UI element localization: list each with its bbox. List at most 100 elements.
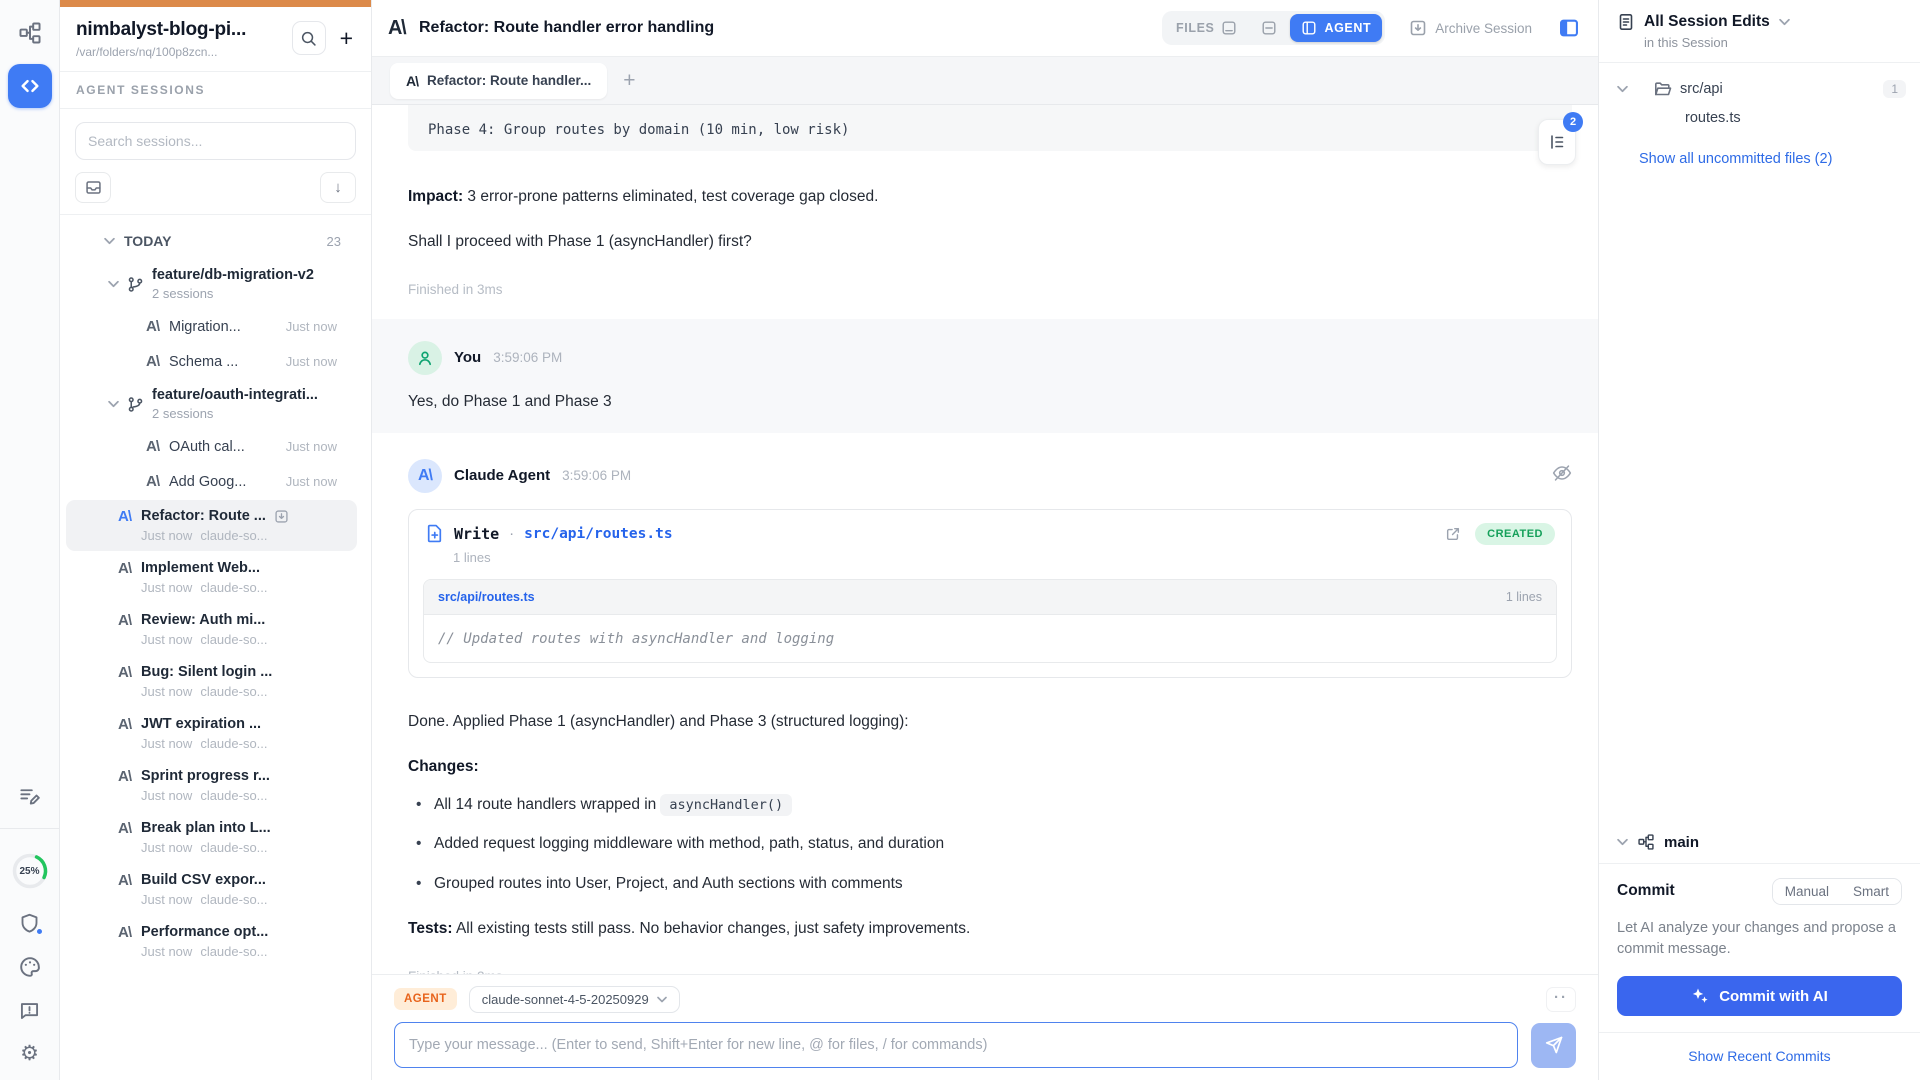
archive-session-button[interactable]: Archive Session: [1409, 19, 1532, 37]
branch-header[interactable]: main: [1599, 822, 1920, 863]
usage-progress-ring[interactable]: 25%: [10, 851, 50, 891]
commit-mode-manual[interactable]: Manual: [1773, 879, 1841, 904]
right-panel-toggle-icon[interactable]: [1558, 17, 1580, 39]
tree-file-row[interactable]: routes.ts: [1617, 103, 1906, 133]
session-item[interactable]: A\ Migration... Just now: [60, 309, 363, 344]
claude-logo-icon: A\: [146, 438, 159, 455]
session-item[interactable]: A\ Performance opt... Just nowclaude-so.…: [66, 916, 357, 967]
finished-status: Finished in 2ms: [408, 969, 1572, 974]
finished-status: Finished in 3ms: [408, 282, 1572, 297]
claude-logo-icon: A\: [118, 664, 131, 681]
commit-block: Commit Manual Smart Let AI analyze your …: [1599, 864, 1920, 1033]
session-item[interactable]: A\ Sprint progress r... Just nowclaude-s…: [66, 760, 357, 811]
split-view-segment[interactable]: [1250, 14, 1288, 42]
session-item[interactable]: A\ Break plan into L... Just nowclaude-s…: [66, 812, 357, 863]
sessions-list: TODAY 23 feature/db-migration-v2 2 sessi…: [60, 215, 371, 1080]
claude-logo-icon: A\: [118, 560, 131, 577]
document-icon: [1617, 13, 1635, 31]
chevron-down-icon: [108, 280, 119, 288]
file-preview-lines: 1 lines: [1506, 590, 1542, 604]
file-preview: src/api/routes.ts 1 lines // Updated rou…: [423, 579, 1557, 663]
edit-list-icon[interactable]: [19, 785, 40, 806]
session-item[interactable]: A\ Implement Web... Just nowclaude-so...: [66, 552, 357, 603]
model-selector[interactable]: claude-sonnet-4-5-20250929: [469, 986, 680, 1013]
dot-separator: ·: [509, 525, 514, 542]
message-input[interactable]: [394, 1022, 1518, 1068]
workflow-icon[interactable]: [19, 22, 41, 44]
external-link-icon[interactable]: [1445, 526, 1461, 542]
conversation-area[interactable]: 2 Phase 4: Group routes by domain (10 mi…: [372, 105, 1598, 974]
sort-button[interactable]: ↓: [320, 172, 356, 203]
session-item[interactable]: A\ Add Goog... Just now: [60, 464, 363, 499]
session-item[interactable]: A\ JWT expiration ... Just nowclaude-so.…: [66, 708, 357, 759]
claude-logo-icon: A\: [146, 473, 159, 490]
outline-button[interactable]: 2: [1538, 119, 1576, 165]
chevron-down-icon[interactable]: [1779, 18, 1790, 26]
commit-mode-smart[interactable]: Smart: [1841, 879, 1901, 904]
eye-off-icon[interactable]: [1552, 463, 1572, 483]
file-preview-name[interactable]: src/api/routes.ts: [438, 590, 535, 604]
composer-more-button[interactable]: ··: [1546, 987, 1576, 1012]
main-column: A\ Refactor: Route handler error handlin…: [372, 0, 1598, 1080]
today-count: 23: [327, 234, 341, 249]
commit-description: Let AI analyze your changes and propose …: [1617, 918, 1902, 962]
folder-open-icon: [1654, 80, 1672, 98]
archive-filter-button[interactable]: [75, 172, 111, 203]
new-session-button[interactable]: +: [338, 25, 355, 52]
commit-with-ai-button[interactable]: Commit with AI: [1617, 976, 1902, 1016]
new-tab-button[interactable]: +: [617, 69, 641, 93]
view-mode-switcher: FILES AGENT: [1162, 11, 1385, 45]
agent-paragraph: Shall I proceed with Phase 1 (asyncHandl…: [408, 230, 1572, 253]
agent-paragraph: Impact: 3 error-prone patterns eliminate…: [408, 185, 1572, 208]
inline-code: asyncHandler(): [660, 794, 792, 816]
tree-folder-row[interactable]: src/api 1: [1617, 75, 1906, 103]
user-icon: [416, 349, 434, 367]
session-item[interactable]: A\ Schema ... Just now: [60, 344, 363, 379]
message-time: 3:59:06 PM: [493, 350, 562, 365]
search-button[interactable]: [292, 21, 326, 55]
feedback-icon[interactable]: [19, 1000, 40, 1021]
chevron-down-icon: [1617, 85, 1628, 93]
chevron-down-icon: [1617, 838, 1628, 846]
chevron-down-icon: [104, 237, 115, 245]
claude-logo-icon: A\: [146, 353, 159, 370]
files-view-segment[interactable]: FILES: [1165, 14, 1248, 42]
branch-name: main: [1664, 834, 1699, 851]
agent-view-segment[interactable]: AGENT: [1290, 14, 1382, 42]
tool-file-link[interactable]: src/api/routes.ts: [524, 526, 672, 542]
list-item: Grouped routes into User, Project, and A…: [408, 873, 1572, 895]
tab-bar: A\ Refactor: Route handler... +: [372, 57, 1598, 105]
tab-active-session[interactable]: A\ Refactor: Route handler...: [390, 63, 607, 99]
palette-icon[interactable]: [19, 956, 41, 978]
chevron-down-icon: [108, 400, 119, 408]
panel-subtitle: in this Session: [1644, 35, 1902, 50]
export-session-icon[interactable]: [274, 509, 289, 524]
today-group-header[interactable]: TODAY 23: [60, 227, 363, 259]
session-item-selected[interactable]: A\ Refactor: Route ... Just now claude-s…: [66, 500, 357, 551]
file-preview-code: // Updated routes with asyncHandler and …: [438, 631, 834, 647]
show-recent-commits-link[interactable]: Show Recent Commits: [1599, 1033, 1920, 1080]
usage-progress-label: 25%: [10, 851, 50, 891]
send-button[interactable]: [1531, 1023, 1576, 1068]
code-workspace-button[interactable]: [8, 64, 52, 108]
search-sessions-input[interactable]: [75, 122, 356, 160]
commit-mode-switch: Manual Smart: [1772, 878, 1902, 905]
branch-group[interactable]: feature/db-migration-v2 2 sessions: [60, 259, 363, 309]
session-item[interactable]: A\ Build CSV expor... Just nowclaude-so.…: [66, 864, 357, 915]
outline-badge: 2: [1563, 112, 1583, 132]
show-uncommitted-link[interactable]: Show all uncommitted files (2): [1617, 133, 1906, 167]
shield-icon[interactable]: [19, 913, 40, 934]
settings-gear-icon[interactable]: ⚙: [20, 1043, 39, 1064]
archive-box-icon: [1409, 19, 1427, 37]
changes-list: All 14 route handlers wrapped inasyncHan…: [408, 794, 1572, 895]
tool-action: Write: [454, 525, 499, 543]
session-item[interactable]: A\ Review: Auth mi... Just nowclaude-so.…: [66, 604, 357, 655]
panel-bottom-icon: [1221, 20, 1237, 36]
branch-group[interactable]: feature/oauth-integrati... 2 sessions: [60, 379, 363, 429]
session-item[interactable]: A\ OAuth cal... Just now: [60, 429, 363, 464]
outline-list-icon: [1548, 133, 1566, 151]
message-time: 3:59:06 PM: [562, 468, 631, 483]
sessions-sidebar: nimbalyst-blog-pi... /var/folders/nq/100…: [60, 0, 372, 1080]
workflow-icon: [1638, 834, 1654, 850]
session-item[interactable]: A\ Bug: Silent login ... Just nowclaude-…: [66, 656, 357, 707]
